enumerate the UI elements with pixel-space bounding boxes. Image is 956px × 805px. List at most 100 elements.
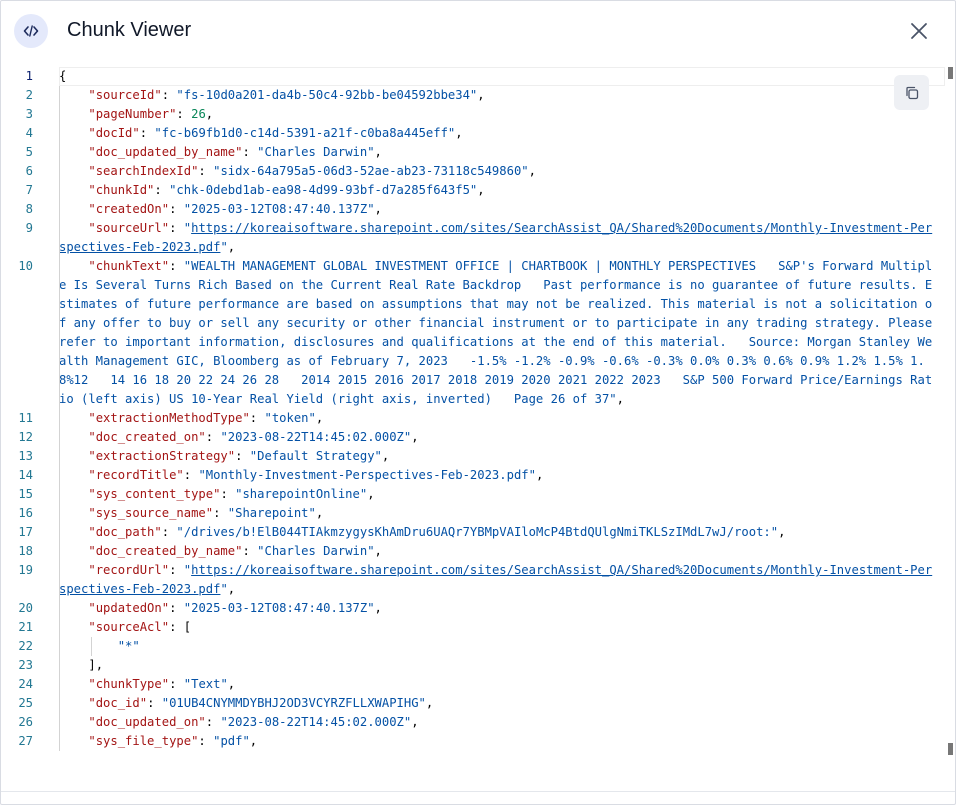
line-content: ], xyxy=(59,656,937,675)
line-content: "sourceAcl": [ xyxy=(88,620,192,634)
code-line[interactable]: 20 "updatedOn": "2025-03-12T08:47:40.137… xyxy=(1,599,946,618)
vertical-scrollbar[interactable] xyxy=(946,63,955,757)
json-value: "sharepointOnline" xyxy=(235,487,368,501)
copy-icon[interactable] xyxy=(904,85,920,101)
code-line[interactable]: 12 "doc_created_on": "2023-08-22T14:45:0… xyxy=(1,428,946,447)
code-line[interactable]: 5 "doc_updated_by_name": "Charles Darwin… xyxy=(1,143,946,162)
json-value: "pdf" xyxy=(213,734,250,748)
code-line[interactable]: 27 "sys_file_type": "pdf", xyxy=(1,732,946,751)
json-value: "WEALTH MANAGEMENT GLOBAL INVESTMENT OFF… xyxy=(59,259,940,406)
code-line[interactable]: 4 "docId": "fc-b69fb1d0-c14d-5391-a21f-c… xyxy=(1,124,946,143)
line-number: 14 xyxy=(18,468,33,482)
json-key: "recordTitle" xyxy=(88,468,184,482)
json-key: "extractionStrategy" xyxy=(88,449,236,463)
json-value: [ xyxy=(183,620,192,634)
line-content: "doc_created_by_name": "Charles Darwin", xyxy=(88,544,382,558)
code-line[interactable]: 10 "chunkText": "WEALTH MANAGEMENT GLOBA… xyxy=(1,257,946,409)
code-line[interactable]: 23 ], xyxy=(1,656,946,675)
json-key: "updatedOn" xyxy=(88,601,170,615)
json-key: "sys_content_type" xyxy=(88,487,221,501)
code-line[interactable]: 21 "sourceAcl": [ xyxy=(1,618,946,637)
json-key: "doc_updated_on" xyxy=(88,715,206,729)
json-value: "Monthly-Investment-Perspectives-Feb-202… xyxy=(198,468,536,482)
line-number: 27 xyxy=(18,734,33,748)
line-content: "chunkType": "Text", xyxy=(88,677,236,691)
json-value: "/drives/b!ElB044TIAkmzygysKhAmDru6UAQr7… xyxy=(176,525,779,539)
current-line-highlight xyxy=(59,67,945,86)
scrollbar-thumb-bottom[interactable] xyxy=(948,743,953,755)
dialog-title: Chunk Viewer xyxy=(67,19,192,41)
line-content: "extractionMethodType": "token", xyxy=(88,411,324,425)
code-lines[interactable]: 1{2 "sourceId": "fs-10d0a201-da4b-50c4-9… xyxy=(1,67,946,751)
json-value: ], xyxy=(88,658,104,672)
line-number: 9 xyxy=(25,221,33,235)
json-key: "chunkType" xyxy=(88,677,170,691)
code-line[interactable]: 14 "recordTitle": "Monthly-Investment-Pe… xyxy=(1,466,946,485)
json-code-editor[interactable]: 1{2 "sourceId": "fs-10d0a201-da4b-50c4-9… xyxy=(1,63,955,757)
code-line[interactable]: 2 "sourceId": "fs-10d0a201-da4b-50c4-92b… xyxy=(1,86,946,105)
scrollbar-thumb[interactable] xyxy=(948,67,953,79)
line-content: "recordTitle": "Monthly-Investment-Persp… xyxy=(88,468,544,482)
code-line[interactable]: 18 "doc_created_by_name": "Charles Darwi… xyxy=(1,542,946,561)
json-key: "doc_path" xyxy=(88,525,162,539)
line-number: 11 xyxy=(18,411,33,425)
json-value: "Charles Darwin" xyxy=(257,544,375,558)
json-value: "fs-10d0a201-da4b-50c4-92bb-be04592bbe34… xyxy=(176,88,478,102)
code-line[interactable]: 8 "createdOn": "2025-03-12T08:47:40.137Z… xyxy=(1,200,946,219)
json-key: "pageNumber" xyxy=(88,107,177,121)
code-line[interactable]: 26 "doc_updated_on": "2023-08-22T14:45:0… xyxy=(1,713,946,732)
code-line[interactable]: 6 "searchIndexId": "sidx-64a795a5-06d3-5… xyxy=(1,162,946,181)
json-key: "sys_source_name" xyxy=(88,506,214,520)
code-line[interactable]: 11 "extractionMethodType": "token", xyxy=(1,409,946,428)
line-number: 19 xyxy=(18,563,33,577)
line-content: "doc_created_on": "2023-08-22T14:45:02.0… xyxy=(88,430,419,444)
json-key: "recordUrl" xyxy=(88,563,170,577)
json-value: "fc-b69fb1d0-c14d-5391-a21f-c0ba8a445eff… xyxy=(154,126,456,140)
code-line[interactable]: 19 "recordUrl": "https://koreaisoftware.… xyxy=(1,561,946,599)
line-number: 12 xyxy=(18,430,33,444)
line-content: "chunkId": "chk-0debd1ab-ea98-4d99-93bf-… xyxy=(88,183,485,197)
close-icon[interactable] xyxy=(910,22,928,40)
json-key: "extractionMethodType" xyxy=(88,411,250,425)
json-value: "2023-08-22T14:45:02.000Z" xyxy=(220,715,412,729)
json-value: "2025-03-12T08:47:40.137Z" xyxy=(183,601,375,615)
line-content: "doc_updated_by_name": "Charles Darwin", xyxy=(88,145,382,159)
line-content: "updatedOn": "2025-03-12T08:47:40.137Z", xyxy=(88,601,382,615)
code-line[interactable]: 17 "doc_path": "/drives/b!ElB044TIAkmzyg… xyxy=(1,523,946,542)
json-value: "chk-0debd1ab-ea98-4d99-93bf-d7a285f643f… xyxy=(169,183,478,197)
close-button[interactable] xyxy=(905,19,933,43)
line-content: "doc_id": "01UB4CNYMMDYBHJ2OD3VCYRZFLLXW… xyxy=(88,696,434,710)
code-line[interactable]: 22 "*" xyxy=(1,637,946,656)
line-content: "createdOn": "2025-03-12T08:47:40.137Z", xyxy=(88,202,382,216)
json-key: "createdOn" xyxy=(88,202,170,216)
line-number: 2 xyxy=(25,88,33,102)
line-number: 17 xyxy=(18,525,33,539)
code-line[interactable]: 9 "sourceUrl": "https://koreaisoftware.s… xyxy=(1,219,946,257)
line-number: 24 xyxy=(18,677,33,691)
line-number: 20 xyxy=(18,601,33,615)
line-content: "sys_content_type": "sharepointOnline", xyxy=(88,487,375,501)
line-number: 6 xyxy=(25,164,33,178)
line-content: "extractionStrategy": "Default Strategy"… xyxy=(88,449,390,463)
line-number: 4 xyxy=(25,126,33,140)
dialog-footer xyxy=(1,791,955,805)
code-line[interactable]: 25 "doc_id": "01UB4CNYMMDYBHJ2OD3VCYRZFL… xyxy=(1,694,946,713)
copy-button[interactable] xyxy=(894,75,929,110)
json-key: "docId" xyxy=(88,126,140,140)
json-key: "doc_created_on" xyxy=(88,430,206,444)
code-line[interactable]: 15 "sys_content_type": "sharepointOnline… xyxy=(1,485,946,504)
json-key: "chunkText" xyxy=(88,259,170,273)
json-key: "doc_created_by_name" xyxy=(88,544,243,558)
code-line[interactable]: 7 "chunkId": "chk-0debd1ab-ea98-4d99-93b… xyxy=(1,181,946,200)
code-line[interactable]: 3 "pageNumber": 26, xyxy=(1,105,946,124)
code-line[interactable]: 16 "sys_source_name": "Sharepoint", xyxy=(1,504,946,523)
code-line[interactable]: 1{ xyxy=(1,67,946,86)
line-content: "docId": "fc-b69fb1d0-c14d-5391-a21f-c0b… xyxy=(88,126,463,140)
json-value: "sidx-64a795a5-06d3-52ae-ab23-73118c5498… xyxy=(213,164,529,178)
code-line[interactable]: 13 "extractionStrategy": "Default Strate… xyxy=(1,447,946,466)
line-content: "sourceUrl": "https://koreaisoftware.sha… xyxy=(59,221,933,254)
code-line[interactable]: 24 "chunkType": "Text", xyxy=(1,675,946,694)
line-number: 15 xyxy=(18,487,33,501)
json-key: "sourceAcl" xyxy=(88,620,170,634)
json-value: 26 xyxy=(191,107,206,121)
